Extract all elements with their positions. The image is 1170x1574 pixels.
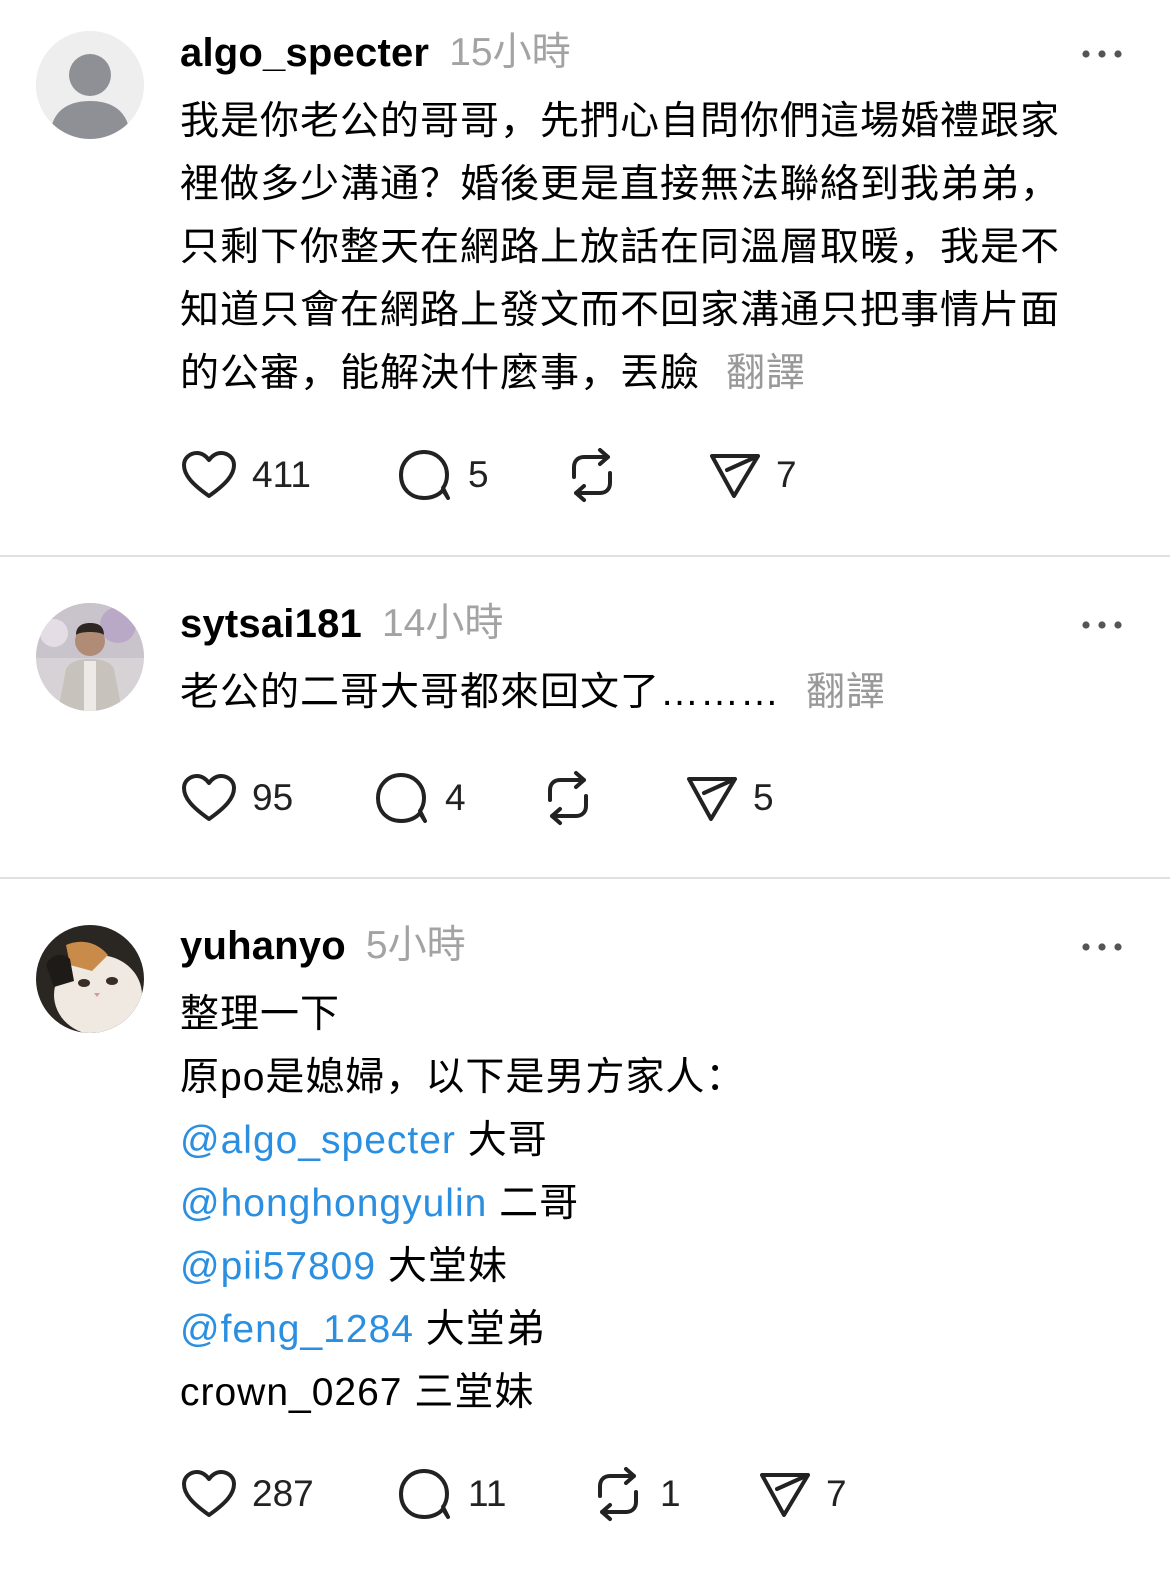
repost-icon bbox=[598, 1467, 638, 1521]
comment-button[interactable]: 11 bbox=[396, 1464, 506, 1524]
more-dots-icon[interactable] bbox=[1080, 605, 1124, 645]
mention-link[interactable]: @feng_1284 bbox=[180, 1308, 414, 1351]
username[interactable]: yuhanyo bbox=[180, 921, 346, 971]
username[interactable]: sytsai181 bbox=[180, 599, 362, 649]
mention-role: 大哥 bbox=[467, 1119, 548, 1162]
mention-line: @algo_specter 大哥 bbox=[180, 1109, 1124, 1172]
like-button[interactable]: 411 bbox=[180, 445, 311, 505]
mention-link[interactable]: @honghongyulin bbox=[180, 1182, 487, 1225]
send-icon bbox=[687, 777, 737, 821]
comment-bubble-icon bbox=[399, 1469, 450, 1519]
like-count: 95 bbox=[252, 777, 294, 818]
like-count: 411 bbox=[252, 454, 311, 495]
share-button[interactable]: 7 bbox=[758, 1464, 847, 1524]
body-line: 我是你老公的哥哥，先捫心自問你們這場婚禮跟家 bbox=[180, 100, 1061, 143]
post-sytsai181: sytsai181 14小時 老公的二哥大哥都來回文了……… 翻譯 95 4 5 bbox=[0, 555, 1170, 877]
timestamp: 5小時 bbox=[365, 924, 466, 967]
mention-link[interactable]: @pii57809 bbox=[180, 1245, 376, 1288]
repost-button[interactable] bbox=[540, 768, 610, 828]
translate-link[interactable]: 翻譯 bbox=[726, 352, 806, 395]
timestamp: 14小時 bbox=[381, 602, 504, 645]
more-dots-icon[interactable] bbox=[1080, 34, 1124, 74]
send-icon bbox=[710, 454, 760, 498]
comment-count: 4 bbox=[445, 777, 466, 818]
repost-button[interactable] bbox=[564, 445, 634, 505]
share-count: 7 bbox=[776, 454, 797, 495]
post-algo-specter: algo_specter 15小時 我是你老公的哥哥，先捫心自問你們這場婚禮跟家… bbox=[0, 0, 1170, 555]
heart-icon bbox=[182, 774, 236, 821]
post-body: 老公的二哥大哥都來回文了……… 翻譯 bbox=[180, 661, 1124, 724]
cat-photo-icon bbox=[36, 925, 144, 1033]
translate-link[interactable]: 翻譯 bbox=[806, 671, 886, 714]
post-yuhanyo: yuhanyo 5小時 整理一下 原po是媳婦，以下是男方家人： @algo_s… bbox=[0, 877, 1170, 1574]
comment-button[interactable]: 5 bbox=[396, 445, 489, 505]
username[interactable]: algo_specter bbox=[180, 28, 429, 78]
like-button[interactable]: 95 bbox=[180, 768, 293, 828]
repost-count: 1 bbox=[660, 1473, 681, 1514]
mention-role: 三堂妹 bbox=[414, 1371, 535, 1414]
comment-count: 5 bbox=[468, 454, 489, 495]
plain-handle: crown_0267 bbox=[180, 1371, 403, 1414]
share-button[interactable]: 7 bbox=[708, 445, 797, 505]
send-icon bbox=[760, 1473, 810, 1517]
mention-role: 二哥 bbox=[499, 1182, 580, 1225]
share-count: 5 bbox=[753, 777, 774, 818]
like-button[interactable]: 287 bbox=[180, 1464, 314, 1524]
repost-icon bbox=[572, 448, 612, 502]
plain-handle-line: crown_0267 三堂妹 bbox=[180, 1361, 1124, 1424]
default-avatar-icon bbox=[36, 31, 144, 139]
avatar[interactable] bbox=[36, 925, 144, 1033]
comment-bubble-icon bbox=[376, 773, 427, 823]
mention-line: @feng_1284 大堂弟 bbox=[180, 1298, 1124, 1361]
mention-link[interactable]: @algo_specter bbox=[180, 1119, 456, 1162]
heart-icon bbox=[182, 1470, 236, 1517]
post-body: 我是你老公的哥哥，先捫心自問你們這場婚禮跟家 裡做多少溝通？婚後更是直接無法聯絡… bbox=[180, 90, 1124, 405]
repost-icon bbox=[548, 771, 588, 825]
body-line: 知道只會在網路上發文而不回家溝通只把事情片面 bbox=[180, 289, 1061, 332]
mention-role: 大堂妹 bbox=[387, 1245, 508, 1288]
mention-line: @honghongyulin 二哥 bbox=[180, 1172, 1124, 1235]
body-line: 的公審，能解決什麼事，丟臉 bbox=[180, 352, 701, 395]
comment-button[interactable]: 4 bbox=[373, 768, 466, 828]
more-dots-icon[interactable] bbox=[1080, 927, 1124, 967]
comment-bubble-icon bbox=[399, 450, 450, 500]
comment-count: 11 bbox=[468, 1473, 507, 1514]
share-button[interactable]: 5 bbox=[685, 768, 774, 828]
share-count: 7 bbox=[826, 1473, 847, 1514]
post-body: 整理一下 原po是媳婦，以下是男方家人： @algo_specter 大哥 @h… bbox=[180, 983, 1124, 1424]
profile-photo-icon bbox=[36, 603, 144, 711]
mention-line: @pii57809 大堂妹 bbox=[180, 1235, 1124, 1298]
avatar[interactable] bbox=[36, 603, 144, 711]
mention-role: 大堂弟 bbox=[425, 1308, 546, 1351]
repost-button[interactable]: 1 bbox=[590, 1464, 681, 1524]
like-count: 287 bbox=[252, 1473, 314, 1514]
timestamp: 15小時 bbox=[449, 31, 571, 74]
body-line: 老公的二哥大哥都來回文了……… bbox=[180, 671, 781, 714]
body-line: 只剩下你整天在網路上放話在同溫層取暖，我是不 bbox=[180, 226, 1061, 269]
body-line: 原po是媳婦，以下是男方家人： bbox=[180, 1056, 746, 1099]
avatar[interactable] bbox=[36, 31, 144, 139]
heart-icon bbox=[182, 451, 236, 498]
body-line: 整理一下 bbox=[180, 993, 341, 1036]
body-line: 裡做多少溝通？婚後更是直接無法聯絡到我弟弟， bbox=[180, 163, 1061, 206]
